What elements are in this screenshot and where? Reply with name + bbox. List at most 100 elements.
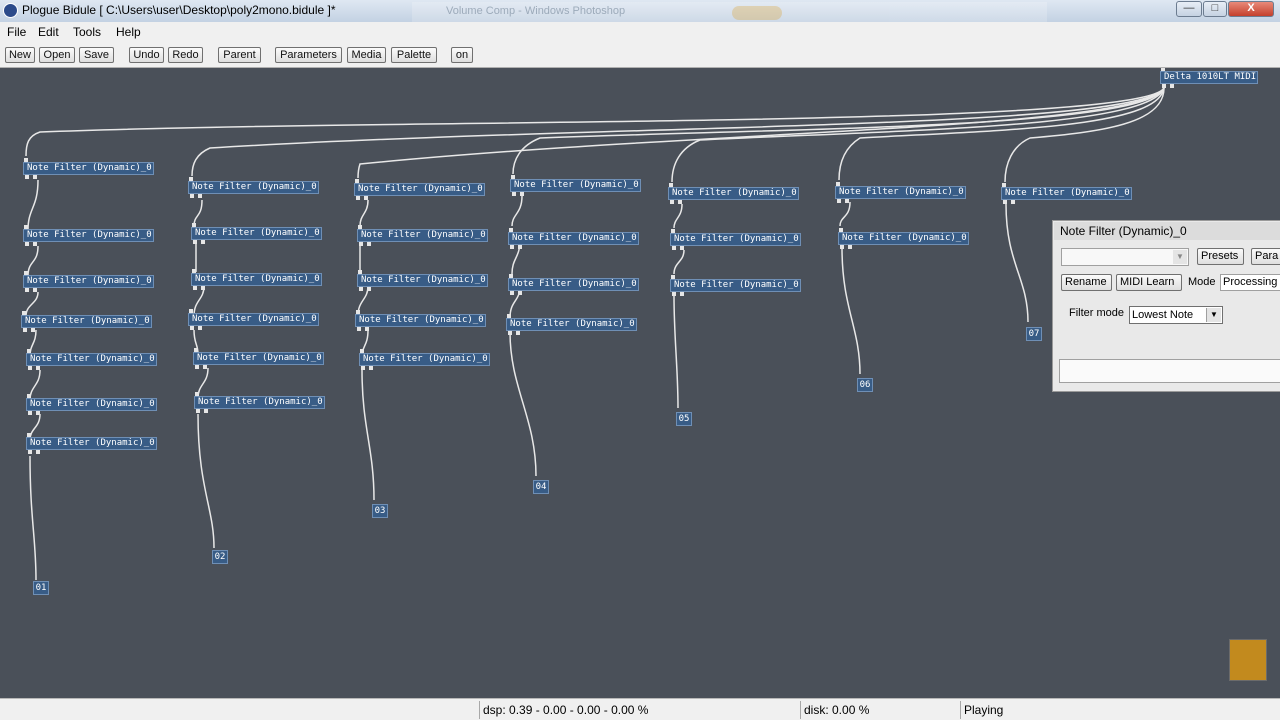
output-node-06[interactable]: 06	[857, 378, 873, 392]
input-port[interactable]	[27, 349, 31, 353]
output-port[interactable]	[518, 245, 522, 249]
output-port[interactable]	[193, 286, 197, 290]
parameters-tab-button[interactable]: Para	[1251, 248, 1280, 265]
output-port[interactable]	[28, 411, 32, 415]
menu-file[interactable]: File	[7, 25, 26, 39]
output-port[interactable]	[510, 291, 514, 295]
rename-button[interactable]: Rename	[1061, 274, 1112, 291]
output-port[interactable]	[198, 194, 202, 198]
note-filter-node[interactable]: Note Filter (Dynamic)_0	[23, 162, 154, 175]
output-port[interactable]	[672, 292, 676, 296]
note-filter-node[interactable]: Note Filter (Dynamic)_0	[26, 398, 157, 411]
note-filter-node[interactable]: Note Filter (Dynamic)_0	[188, 181, 319, 194]
mode-field[interactable]: Processing	[1220, 274, 1280, 291]
input-port[interactable]	[669, 183, 673, 187]
input-port[interactable]	[192, 269, 196, 273]
menu-tools[interactable]: Tools	[73, 25, 101, 39]
input-port[interactable]	[189, 309, 193, 313]
output-port[interactable]	[1011, 200, 1015, 204]
note-filter-node[interactable]: Note Filter (Dynamic)_0	[23, 229, 154, 242]
output-port[interactable]	[357, 327, 361, 331]
output-port[interactable]	[512, 192, 516, 196]
output-port[interactable]	[516, 331, 520, 335]
note-filter-node[interactable]: Note Filter (Dynamic)_0	[838, 232, 969, 245]
minimize-button[interactable]: —	[1176, 1, 1202, 17]
output-port[interactable]	[365, 327, 369, 331]
output-port[interactable]	[369, 366, 373, 370]
input-port[interactable]	[189, 177, 193, 181]
input-port[interactable]	[358, 270, 362, 274]
output-port[interactable]	[33, 288, 37, 292]
note-filter-node[interactable]: Note Filter (Dynamic)_0	[357, 229, 488, 242]
output-port[interactable]	[510, 245, 514, 249]
input-port[interactable]	[24, 158, 28, 162]
input-port[interactable]	[24, 225, 28, 229]
output-node-02[interactable]: 02	[212, 550, 228, 564]
note-filter-node[interactable]: Note Filter (Dynamic)_0	[1001, 187, 1132, 200]
output-port[interactable]	[25, 288, 29, 292]
output-port[interactable]	[1170, 84, 1174, 88]
note-filter-node[interactable]: Note Filter (Dynamic)_0	[193, 352, 324, 365]
input-port[interactable]	[509, 228, 513, 232]
note-filter-node[interactable]: Note Filter (Dynamic)_0	[357, 274, 488, 287]
output-port[interactable]	[190, 326, 194, 330]
midi-learn-button[interactable]: MIDI Learn	[1116, 274, 1182, 291]
media-button[interactable]: Media	[347, 47, 386, 63]
output-port[interactable]	[193, 240, 197, 244]
output-port[interactable]	[367, 287, 371, 291]
input-port[interactable]	[1161, 68, 1165, 71]
output-node-07[interactable]: 07	[1026, 327, 1042, 341]
save-button[interactable]: Save	[79, 47, 114, 63]
output-port[interactable]	[31, 328, 35, 332]
preset-combo[interactable]: ▼	[1061, 248, 1189, 266]
input-port[interactable]	[194, 348, 198, 352]
output-port[interactable]	[672, 246, 676, 250]
input-port[interactable]	[27, 433, 31, 437]
parameters-button[interactable]: Parameters	[275, 47, 342, 63]
output-port[interactable]	[28, 450, 32, 454]
input-port[interactable]	[27, 394, 31, 398]
note-filter-node[interactable]: Note Filter (Dynamic)_0	[835, 186, 966, 199]
new-button[interactable]: New	[5, 47, 35, 63]
note-filter-node[interactable]: Note Filter (Dynamic)_0	[194, 396, 325, 409]
output-port[interactable]	[33, 175, 37, 179]
output-port[interactable]	[25, 242, 29, 246]
output-port[interactable]	[364, 196, 368, 200]
input-port[interactable]	[360, 349, 364, 353]
input-port[interactable]	[836, 182, 840, 186]
output-port[interactable]	[203, 365, 207, 369]
output-port[interactable]	[190, 194, 194, 198]
output-port[interactable]	[36, 411, 40, 415]
open-button[interactable]: Open	[39, 47, 75, 63]
note-filter-node[interactable]: Note Filter (Dynamic)_0	[670, 279, 801, 292]
output-port[interactable]	[33, 242, 37, 246]
output-port[interactable]	[198, 326, 202, 330]
output-node-05[interactable]: 05	[676, 412, 692, 426]
filter-mode-select[interactable]: Lowest Note ▼	[1129, 306, 1223, 324]
presets-button[interactable]: Presets	[1197, 248, 1244, 265]
output-port[interactable]	[195, 365, 199, 369]
midi-device-node[interactable]: Delta 1010LT MIDI	[1160, 71, 1258, 84]
input-port[interactable]	[507, 314, 511, 318]
palette-button[interactable]: Palette	[391, 47, 437, 63]
panel-title[interactable]: Note Filter (Dynamic)_0	[1054, 222, 1280, 240]
output-port[interactable]	[201, 240, 205, 244]
input-port[interactable]	[356, 310, 360, 314]
note-filter-node[interactable]: Note Filter (Dynamic)_0	[670, 233, 801, 246]
output-port[interactable]	[678, 200, 682, 204]
output-port[interactable]	[1162, 84, 1166, 88]
note-filter-node[interactable]: Note Filter (Dynamic)_0	[354, 183, 485, 196]
output-port[interactable]	[520, 192, 524, 196]
dsp-on-button[interactable]: on	[451, 47, 473, 63]
menu-edit[interactable]: Edit	[38, 25, 59, 39]
output-port[interactable]	[28, 366, 32, 370]
maximize-button[interactable]: □	[1203, 1, 1227, 17]
input-port[interactable]	[22, 311, 26, 315]
output-port[interactable]	[356, 196, 360, 200]
output-port[interactable]	[848, 245, 852, 249]
output-port[interactable]	[361, 366, 365, 370]
input-port[interactable]	[839, 228, 843, 232]
output-port[interactable]	[1003, 200, 1007, 204]
note-filter-node[interactable]: Note Filter (Dynamic)_0	[510, 179, 641, 192]
note-filter-node[interactable]: Note Filter (Dynamic)_0	[508, 278, 639, 291]
